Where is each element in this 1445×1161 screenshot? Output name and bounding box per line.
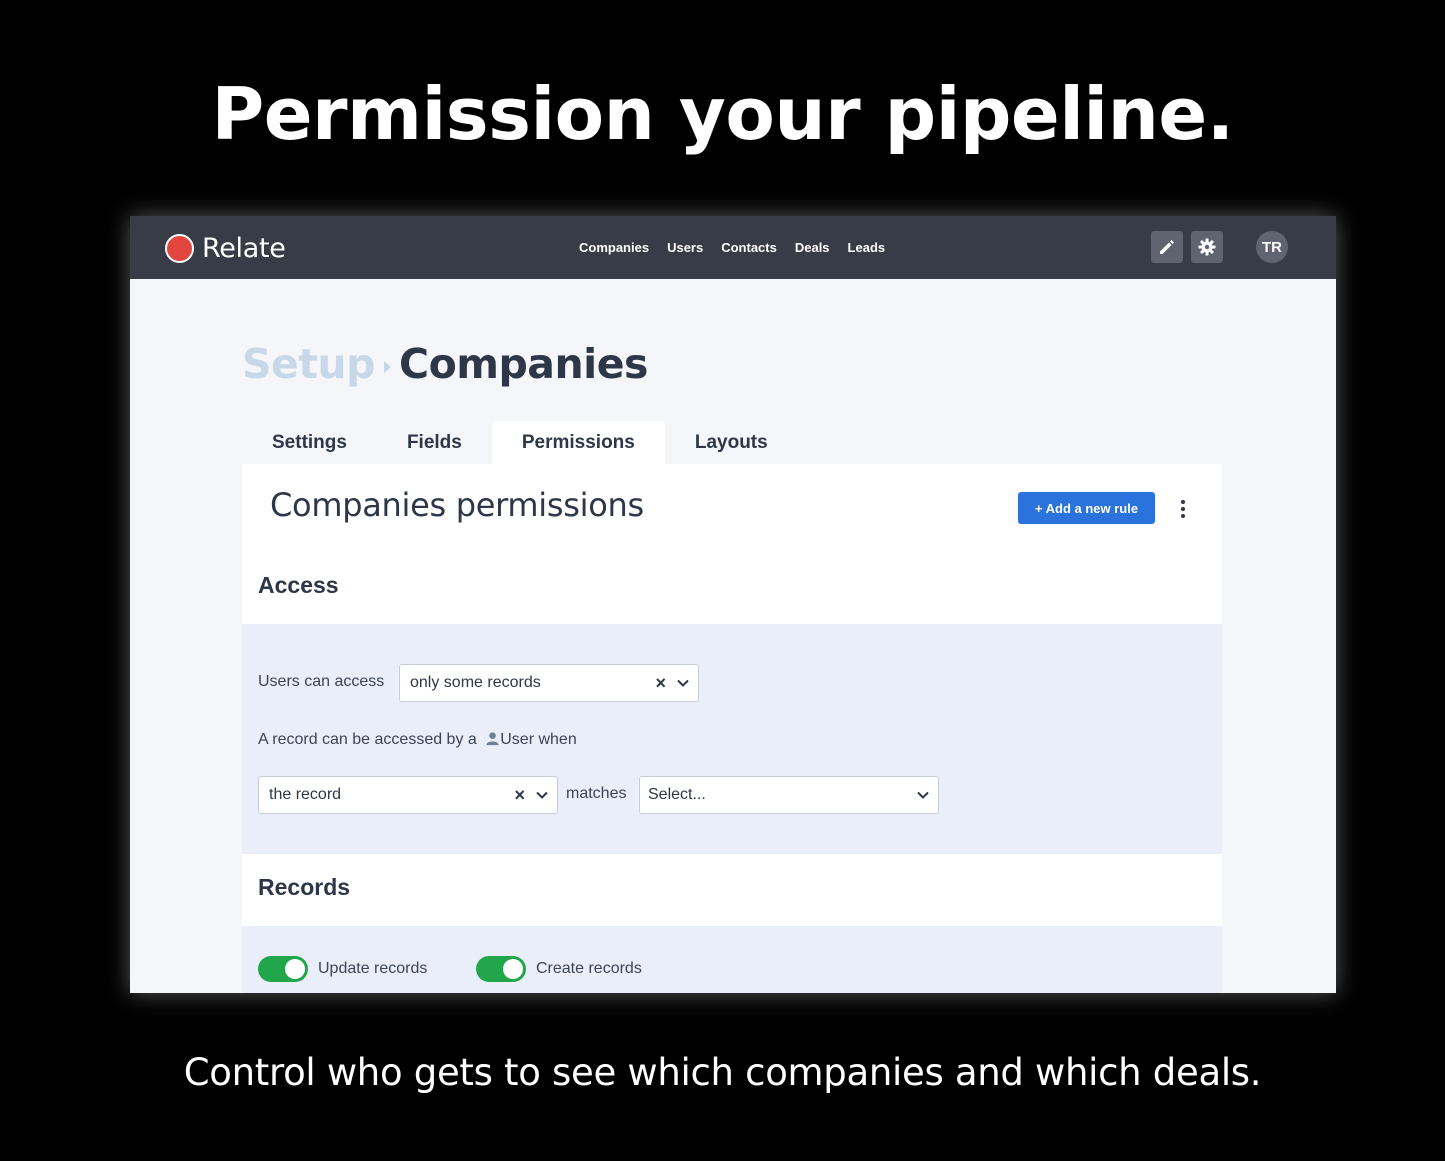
accessed-by-prefix: A record can be accessed by a	[258, 731, 477, 748]
permissions-panel: Companies permissions + Add a new rule A…	[242, 464, 1222, 993]
tab-layouts[interactable]: Layouts	[665, 421, 798, 464]
condition-target-select[interactable]: Select...	[639, 776, 939, 814]
update-records-toggle[interactable]	[258, 956, 308, 982]
tab-permissions[interactable]: Permissions	[491, 421, 665, 464]
clear-icon[interactable]: ×	[655, 673, 666, 694]
page-title: Companies	[398, 340, 648, 388]
user-icon	[486, 732, 499, 746]
app-window: Relate Companies Users Contacts Deals Le…	[130, 216, 1336, 993]
create-records-toggle[interactable]	[476, 956, 526, 982]
nav-contacts[interactable]: Contacts	[721, 240, 777, 255]
breadcrumb-separator-icon	[383, 361, 391, 373]
breadcrumb-setup-link[interactable]: Setup	[242, 340, 375, 388]
clear-icon[interactable]: ×	[514, 785, 525, 806]
nav-leads[interactable]: Leads	[848, 240, 886, 255]
nav-users[interactable]: Users	[667, 240, 703, 255]
breadcrumb: Setup Companies	[242, 340, 648, 388]
settings-button[interactable]	[1191, 231, 1223, 263]
access-level-value: only some records	[410, 674, 541, 691]
chevron-down-icon	[916, 788, 930, 802]
accessed-by-entity: User when	[500, 731, 577, 748]
edit-button[interactable]	[1151, 231, 1183, 263]
condition-subject-select[interactable]: the record ×	[258, 776, 558, 814]
app-name: Relate	[202, 233, 286, 264]
condition-operator: matches	[566, 785, 627, 802]
pencil-icon	[1160, 240, 1174, 254]
nav-companies[interactable]: Companies	[579, 240, 649, 255]
user-avatar[interactable]: TR	[1256, 231, 1288, 263]
condition-target-placeholder: Select...	[648, 786, 706, 803]
records-toggles: Update records Create records	[242, 926, 1222, 993]
chevron-down-icon	[535, 788, 549, 802]
more-options-icon[interactable]	[1177, 500, 1189, 518]
records-section-title: Records	[258, 874, 351, 900]
users-can-access-label: Users can access	[258, 673, 385, 690]
access-rules: Users can access only some records × A r…	[242, 624, 1222, 854]
logo-dot-icon	[165, 234, 194, 263]
setup-tabs: Settings Fields Permissions Layouts	[242, 421, 798, 464]
panel-title: Companies permissions	[270, 486, 644, 524]
tab-fields[interactable]: Fields	[377, 421, 492, 464]
gear-icon	[1198, 238, 1216, 256]
subline: Control who gets to see which companies …	[183, 1051, 1262, 1094]
logo[interactable]: Relate	[165, 233, 286, 264]
condition-subject-value: the record	[269, 786, 342, 803]
add-rule-button[interactable]: + Add a new rule	[1018, 492, 1155, 524]
tab-settings[interactable]: Settings	[242, 421, 377, 464]
main-nav: Companies Users Contacts Deals Leads	[579, 240, 885, 255]
access-level-select[interactable]: only some records ×	[399, 664, 699, 702]
update-records-label: Update records	[318, 960, 428, 977]
access-section-title: Access	[258, 572, 339, 598]
headline: Permission your pipeline.	[211, 72, 1234, 156]
create-records-label: Create records	[536, 960, 642, 977]
accessed-by-text: A record can be accessed by a User when	[258, 731, 577, 749]
chevron-down-icon	[676, 676, 690, 690]
top-navbar: Relate Companies Users Contacts Deals Le…	[130, 216, 1336, 279]
nav-deals[interactable]: Deals	[795, 240, 830, 255]
